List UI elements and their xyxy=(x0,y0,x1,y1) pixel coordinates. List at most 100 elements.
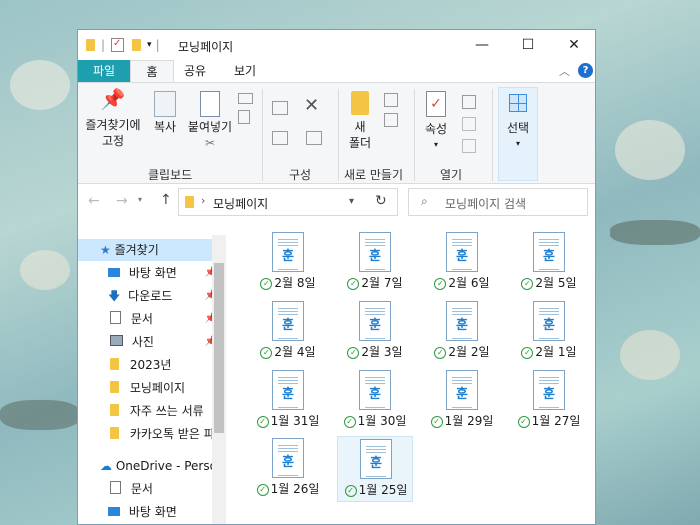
file-item[interactable]: 훈 ✓ 2월 5일 xyxy=(511,230,587,296)
nav-item-label: 2023년 xyxy=(129,358,172,372)
sync-check-icon: ✓ xyxy=(517,416,530,428)
properties-button[interactable]: ✓ 속성 ▾ xyxy=(418,91,454,153)
properties-icon[interactable]: ✓ xyxy=(111,38,125,52)
sync-check-icon: ✓ xyxy=(256,484,269,496)
nav-item-morning-page[interactable]: 모닝페이지 xyxy=(78,377,223,399)
paste-button[interactable]: 붙여넣기 ✂ xyxy=(184,91,236,151)
delete-icon[interactable]: ✕ xyxy=(304,95,319,116)
file-item[interactable]: 훈 ✓ 2월 7일 xyxy=(337,230,413,296)
file-name: ✓ 2월 8일 xyxy=(250,274,326,291)
clipboard-small-icons[interactable] xyxy=(238,93,253,124)
file-item[interactable]: 훈 ✓ 1월 29일 xyxy=(424,368,500,434)
hangul-glyph: 훈 xyxy=(543,249,555,264)
sync-check-icon: ✓ xyxy=(347,347,360,359)
copy-to-icon[interactable] xyxy=(272,131,288,145)
file-name-label: 1월 29일 xyxy=(444,414,494,428)
edit-icon[interactable] xyxy=(462,117,476,131)
file-item[interactable]: 훈 ✓ 2월 8일 xyxy=(250,230,326,296)
cloud-icon: ☁ xyxy=(100,459,112,473)
properties-label: 속성 xyxy=(424,122,448,136)
collapse-ribbon-icon[interactable]: ︿ xyxy=(559,63,570,79)
search-input[interactable]: ⌕ 모닝페이지 검색 xyxy=(408,188,588,216)
file-item[interactable]: 훈 ✓ 2월 1일 xyxy=(511,299,587,365)
file-item[interactable]: 훈 ✓ 1월 30일 xyxy=(337,368,413,434)
history-icon[interactable] xyxy=(462,139,476,153)
new-folder-button[interactable]: 새 폴더 xyxy=(342,91,378,151)
title-bar: | ✓ ▾ | 모닝페이지 — ☐ ✕ xyxy=(78,30,595,60)
file-item[interactable]: 훈 ✓ 1월 26일 xyxy=(250,436,326,502)
file-item[interactable]: 훈 ✓ 2월 6일 xyxy=(424,230,500,296)
ribbon-separator xyxy=(414,89,415,181)
nav-item-folder-2023[interactable]: 2023년 xyxy=(78,354,223,376)
up-icon[interactable]: ↑ xyxy=(160,192,172,208)
address-bar[interactable]: › 모닝페이지 ▾ ↻ xyxy=(178,188,398,216)
nav-item-documents[interactable]: 문서 📌 xyxy=(78,308,223,330)
folder-icon xyxy=(110,427,119,439)
hangul-document-icon: 훈 xyxy=(446,370,478,410)
nav-item-pictures[interactable]: 사진 📌 xyxy=(78,331,223,353)
nav-onedrive[interactable]: ☁ OneDrive - Perso xyxy=(78,455,223,477)
file-name: ✓ 1월 25일 xyxy=(338,481,414,498)
navigation-pane-scrollbar[interactable] xyxy=(212,235,226,524)
tab-view[interactable]: 보기 xyxy=(228,60,262,82)
hangul-document-icon: 훈 xyxy=(533,232,565,272)
nav-onedrive-documents[interactable]: 문서 xyxy=(78,478,223,500)
nav-item-desktop[interactable]: 바탕 화면 📌 xyxy=(78,262,223,284)
close-button[interactable]: ✕ xyxy=(551,30,595,60)
file-name: ✓ 1월 29일 xyxy=(424,412,500,429)
file-item[interactable]: 훈 ✓ 1월 25일 xyxy=(337,436,413,502)
nav-onedrive-desktop[interactable]: 바탕 화면 xyxy=(78,501,223,523)
sync-check-icon: ✓ xyxy=(430,416,443,428)
new-item-icon[interactable] xyxy=(384,93,398,107)
quick-access-toolbar: | ✓ ▾ | xyxy=(86,37,164,53)
recent-locations-icon[interactable]: ▾ xyxy=(138,195,142,204)
hangul-document-icon: 훈 xyxy=(446,301,478,341)
nav-item-kakaotalk[interactable]: 카카오톡 받은 파 xyxy=(78,423,223,445)
chevron-down-icon[interactable]: ▾ xyxy=(349,196,354,207)
scrollbar-thumb[interactable] xyxy=(214,263,224,433)
refresh-icon[interactable]: ↻ xyxy=(375,193,387,209)
cut-icon[interactable]: ✂ xyxy=(184,135,236,151)
file-item[interactable]: 훈 ✓ 2월 3일 xyxy=(337,299,413,365)
search-placeholder: 모닝페이지 검색 xyxy=(445,197,527,211)
forward-icon[interactable]: → xyxy=(116,193,128,209)
rename-icon[interactable] xyxy=(306,131,322,145)
pin-to-quick-access-button[interactable]: 📌 즐겨찾기에 고정 xyxy=(82,89,144,149)
address-path[interactable]: 모닝페이지 xyxy=(213,195,268,212)
hangul-document-icon: 훈 xyxy=(446,232,478,272)
tab-share[interactable]: 공유 xyxy=(178,60,212,82)
file-item[interactable]: 훈 ✓ 2월 2일 xyxy=(424,299,500,365)
hangul-document-icon: 훈 xyxy=(272,438,304,478)
open-icon[interactable] xyxy=(462,95,476,109)
nav-quick-access-label: 즐겨찾기 xyxy=(114,243,159,257)
new-folder-icon[interactable] xyxy=(132,39,142,51)
star-icon: ★ xyxy=(100,243,111,257)
file-name: ✓ 1월 27일 xyxy=(511,412,587,429)
pin-label-line2: 고정 xyxy=(101,134,125,148)
easy-access-icon[interactable] xyxy=(384,113,398,127)
file-item[interactable]: 훈 ✓ 2월 4일 xyxy=(250,299,326,365)
nav-item-downloads[interactable]: 🡇 다운로드 📌 xyxy=(78,285,223,307)
paste-shortcut-icon[interactable] xyxy=(238,110,250,124)
maximize-button[interactable]: ☐ xyxy=(505,30,551,60)
file-item[interactable]: 훈 ✓ 1월 31일 xyxy=(250,368,326,434)
tab-home[interactable]: 홈 xyxy=(130,60,174,82)
sync-check-icon: ✓ xyxy=(260,347,273,359)
back-icon[interactable]: ← xyxy=(88,193,100,209)
copy-button[interactable]: 복사 xyxy=(148,91,182,135)
select-button[interactable]: 선택 ▾ xyxy=(498,87,538,181)
chevron-down-icon: ▾ xyxy=(433,140,438,149)
move-to-icon[interactable] xyxy=(272,101,288,115)
hangul-glyph: 훈 xyxy=(370,456,382,471)
file-item[interactable]: 훈 ✓ 1월 27일 xyxy=(511,368,587,434)
hangul-document-icon: 훈 xyxy=(272,232,304,272)
help-icon[interactable]: ? xyxy=(578,63,593,78)
hangul-glyph: 훈 xyxy=(282,455,294,470)
breadcrumb-chevron-icon: › xyxy=(201,194,206,207)
nav-item-label: 사진 xyxy=(131,335,154,349)
copy-path-icon[interactable] xyxy=(238,93,253,104)
customize-toolbar-icon[interactable]: ▾ xyxy=(147,40,152,50)
minimize-button[interactable]: — xyxy=(459,30,505,60)
nav-quick-access[interactable]: ★ 즐겨찾기 xyxy=(78,239,223,261)
nav-item-frequent-docs[interactable]: 자주 쓰는 서류 xyxy=(78,400,223,422)
